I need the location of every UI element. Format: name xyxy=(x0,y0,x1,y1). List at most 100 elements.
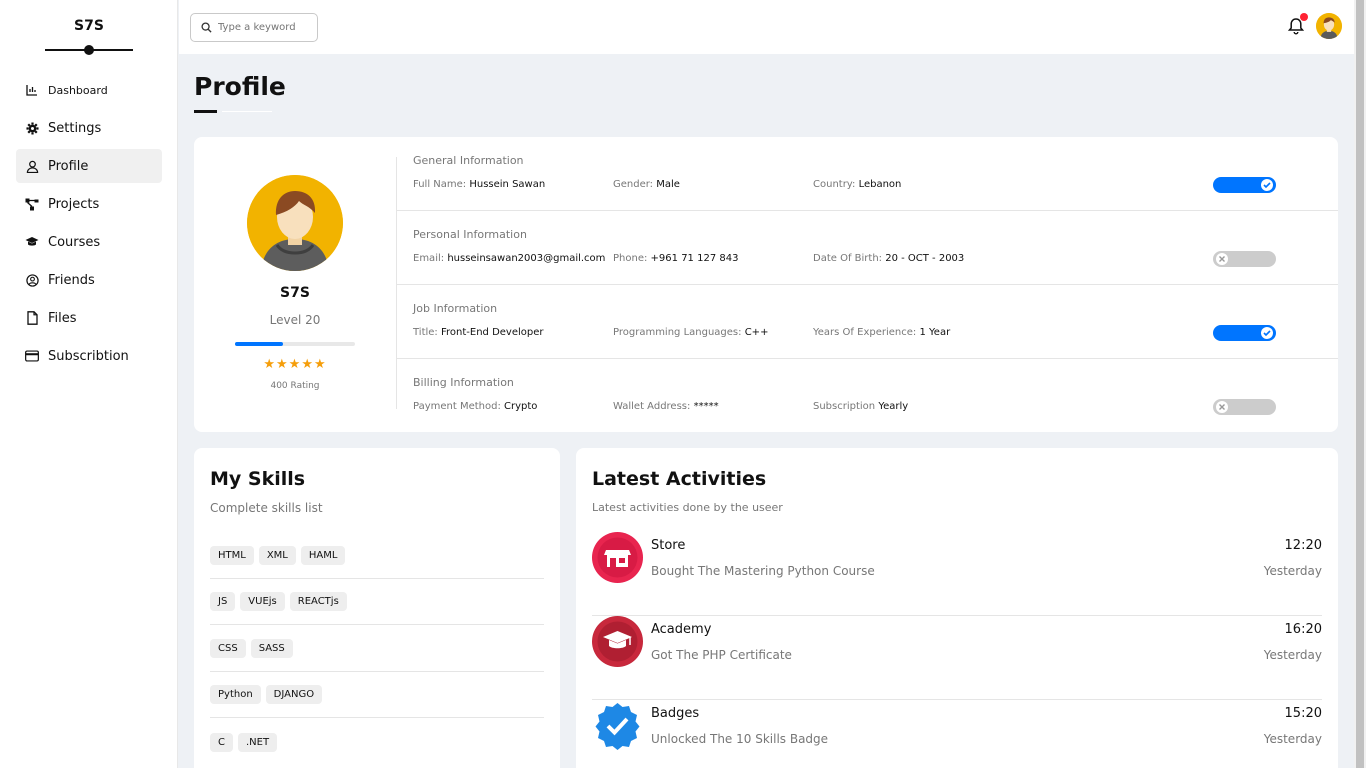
skill-tag: HTML xyxy=(210,546,254,565)
info-field: Phone: +961 71 127 843 xyxy=(613,253,739,264)
info-field: Date Of Birth: 20 - OCT - 2003 xyxy=(813,253,965,264)
info-field: Title: Front-End Developer xyxy=(413,327,544,338)
scrollbar[interactable] xyxy=(1354,0,1366,768)
profile-summary: S7S Level 20 ★★★★★ 400 Rating xyxy=(194,137,396,432)
sidebar-item-subscription[interactable]: Subscribtion xyxy=(16,339,162,373)
sidebar-item-label: Settings xyxy=(48,120,102,136)
section-title: Personal Information xyxy=(413,228,527,241)
chart-icon xyxy=(25,83,39,97)
rating-count: 400 Rating xyxy=(270,381,320,391)
profile-avatar xyxy=(247,175,343,271)
badge-check-icon xyxy=(592,700,643,751)
activity-time: 12:20 xyxy=(1284,538,1322,553)
store-icon xyxy=(592,532,643,583)
x-icon xyxy=(1216,253,1228,265)
profile-name: S7S xyxy=(280,285,310,301)
page-title: Profile xyxy=(194,72,286,101)
sidebar-item-courses[interactable]: Courses xyxy=(16,225,162,259)
x-icon xyxy=(1216,401,1228,413)
skill-tag: REACTjs xyxy=(289,592,347,611)
activity-time: 16:20 xyxy=(1284,622,1322,637)
info-field: Subscription Yearly xyxy=(813,401,909,412)
gear-icon xyxy=(25,121,39,135)
skill-tag: VUEjs xyxy=(240,592,285,611)
skill-tag: JS xyxy=(210,592,236,611)
skill-row: Python DJANGO xyxy=(210,672,544,718)
activity-name: Badges xyxy=(651,706,700,721)
graduation-cap-icon xyxy=(592,616,643,667)
activity-name: Academy xyxy=(651,622,712,637)
sidebar-item-files[interactable]: Files xyxy=(16,301,162,335)
credit-card-icon xyxy=(25,349,39,363)
card-title: My Skills xyxy=(210,468,306,490)
visibility-toggle[interactable] xyxy=(1213,399,1276,415)
sidebar-item-label: Files xyxy=(48,310,77,326)
activity-day: Yesterday xyxy=(1263,732,1322,746)
level-progress-fill xyxy=(235,342,283,346)
skill-tag: Python xyxy=(210,685,261,704)
sidebar-item-label: Courses xyxy=(48,234,101,250)
title-underline-light xyxy=(222,111,272,112)
skill-row: CSS SASS xyxy=(210,626,544,672)
sidebar-item-friends[interactable]: Friends xyxy=(16,263,162,297)
sidebar-item-dashboard[interactable]: Dashboard xyxy=(16,73,162,107)
skill-row: C .NET xyxy=(210,719,544,765)
check-icon xyxy=(1261,179,1273,191)
sidebar-nav: Dashboard Settings Profile Projects Cour… xyxy=(16,73,162,377)
skill-tag: XML xyxy=(258,546,296,565)
activity-item: Store Bought The Mastering Python Course… xyxy=(592,532,1322,616)
info-field: Payment Method: Crypto xyxy=(413,401,538,412)
scrollbar-thumb[interactable] xyxy=(1356,0,1364,768)
skill-tag: C xyxy=(210,732,233,752)
info-field: Wallet Address: ***** xyxy=(613,401,719,412)
visibility-toggle[interactable] xyxy=(1213,325,1276,341)
title-underline xyxy=(194,110,217,113)
skill-row: HTML XML HAML xyxy=(210,533,544,579)
skills-card: My Skills Complete skills list HTML XML … xyxy=(194,448,560,768)
info-field: Programming Languages: C++ xyxy=(613,327,769,338)
profile-card: S7S Level 20 ★★★★★ 400 Rating General In… xyxy=(194,137,1338,432)
skill-tag: .NET xyxy=(237,732,278,752)
star-rating-icons: ★★★★★ xyxy=(263,357,327,372)
activity-item: Badges Unlocked The 10 Skills Badge 15:2… xyxy=(592,700,1322,768)
card-title: Latest Activities xyxy=(592,468,767,490)
avatar[interactable] xyxy=(1316,13,1342,39)
info-field: Gender: Male xyxy=(613,179,680,190)
skill-row: JS VUEjs REACTjs xyxy=(210,579,544,625)
card-subtitle: Complete skills list xyxy=(210,501,323,515)
notification-dot xyxy=(1300,13,1308,21)
logo-dot xyxy=(84,45,94,55)
card-subtitle: Latest activities done by the useer xyxy=(592,501,783,514)
sidebar-item-profile[interactable]: Profile xyxy=(16,149,162,183)
top-bar xyxy=(179,0,1354,54)
visibility-toggle[interactable] xyxy=(1213,177,1276,193)
sidebar-item-projects[interactable]: Projects xyxy=(16,187,162,221)
skill-tag: SASS xyxy=(250,639,293,658)
skill-tag: CSS xyxy=(210,639,246,658)
search-box[interactable] xyxy=(190,13,318,42)
activity-item: Academy Got The PHP Certificate 16:20 Ye… xyxy=(592,616,1322,700)
sidebar-item-label: Friends xyxy=(48,272,95,288)
info-field: Years Of Experience: 1 Year xyxy=(813,327,951,338)
info-field: Country: Lebanon xyxy=(813,179,902,190)
activity-day: Yesterday xyxy=(1263,648,1322,662)
check-icon xyxy=(1261,327,1273,339)
visibility-toggle[interactable] xyxy=(1213,251,1276,267)
profile-level: Level 20 xyxy=(269,313,321,327)
skill-tag: DJANGO xyxy=(265,685,323,704)
sidebar-item-settings[interactable]: Settings xyxy=(16,111,162,145)
search-input[interactable] xyxy=(218,22,302,33)
section-title: Job Information xyxy=(413,302,498,315)
user-circle-icon xyxy=(25,273,39,287)
sidebar-item-label: Subscribtion xyxy=(48,348,129,364)
sidebar-item-label: Profile xyxy=(48,158,89,174)
activity-name: Store xyxy=(651,538,686,553)
activity-day: Yesterday xyxy=(1263,564,1322,578)
level-progress-bar xyxy=(235,342,355,346)
graduation-cap-icon xyxy=(25,235,39,249)
section-title: Billing Information xyxy=(413,376,514,389)
diagram-icon xyxy=(25,197,39,211)
billing-information-section: Billing Information Payment Method: Cryp… xyxy=(397,359,1338,433)
personal-information-section: Personal Information Email: husseinsawan… xyxy=(397,211,1338,285)
sidebar-item-label: Dashboard xyxy=(48,83,108,97)
